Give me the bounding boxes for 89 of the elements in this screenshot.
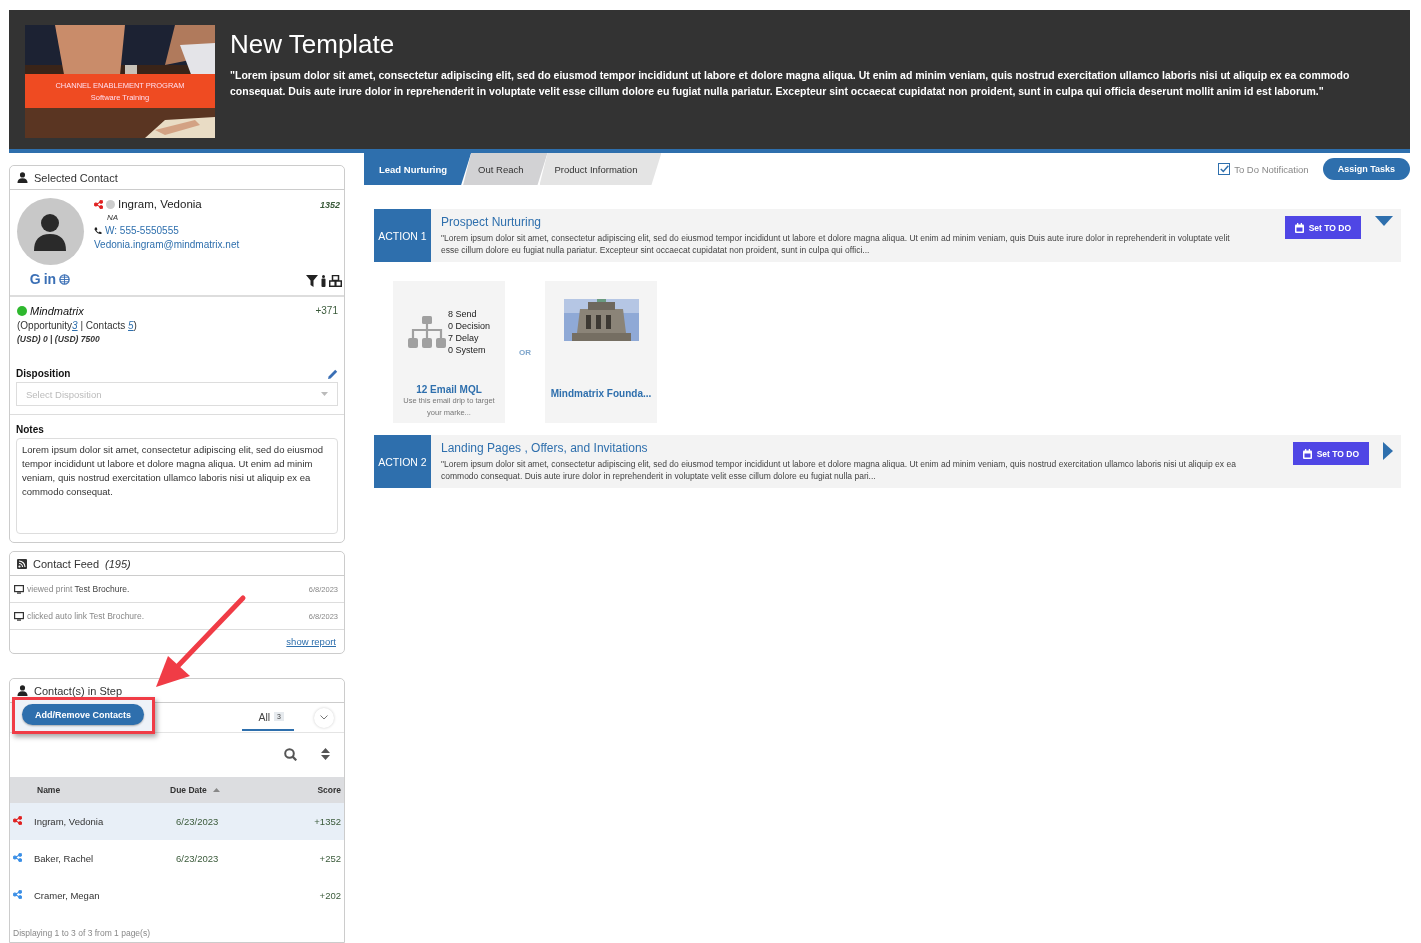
tab[interactable]: Out Reach xyxy=(463,153,548,185)
column-header[interactable]: Due Date xyxy=(170,785,207,795)
table-cell-text: +1352 xyxy=(313,816,342,827)
share-icon xyxy=(94,199,103,209)
feed-entry: clicked auto link Test Brochure. xyxy=(27,611,144,621)
add-remove-contacts-button[interactable]: Add/Remove Contacts xyxy=(22,704,145,725)
table-cell-text: Baker, Rachel xyxy=(34,853,95,864)
monitor-icon xyxy=(14,611,24,621)
pagination-info: Displaying 1 to 3 of 3 from 1 page(s) xyxy=(12,927,151,940)
action-description: "Lorem ipsum dolor sit amet, consectetur adipiscing elit, sed do eiusmod tempor incididunt ut labore et dolore magna aliqua. Ut enim ad minim veniam, quis nostrud exercitation ullamco laboris nisi ut aliquip ex ea commodo consequat. Duis aute irure dolor in reprehenderit in voluptate velit esse cillum dolore eu fugiat nulla pari... xyxy=(441,458,1237,482)
contact-name: Ingram, Vedonia xyxy=(118,198,202,210)
field-label: Disposition xyxy=(16,368,71,379)
paren: ) xyxy=(133,320,137,331)
action-badge: ACTION 2 xyxy=(374,435,431,488)
set-todo-button[interactable]: Set TO DO xyxy=(1284,216,1361,239)
amount: (USD) 7500 xyxy=(54,334,100,344)
separator: | xyxy=(80,320,83,331)
asset-card[interactable]: Mindmatrix Founda... xyxy=(545,281,657,423)
contact-score: 1352 xyxy=(319,200,340,210)
page-description: "Lorem ipsum dolor sit amet, consectetur adipiscing elit, sed do eiusmod tempor incididunt ut labore et dolore magna aliqua. Ut enim ad minim veniam, quis nostrud exercitation ullamco laboris nisi ut aliquip ex ea commodo consequat. Duis aute irure dolor in reprehenderit in voluptate velit esse cillum dolore eu fugiat nulla pariatur. Excepteur sint occaecat cupidatat non proident, sunt in culpa qui officia deserunt mollit anim id est laborum." xyxy=(230,68,1351,99)
contacts-count-link[interactable]: 5 xyxy=(128,320,134,331)
sort-icon[interactable] xyxy=(321,748,330,760)
linkedin-link[interactable]: in xyxy=(43,271,57,287)
column-header[interactable]: Name xyxy=(34,785,170,795)
opportunity-count-link[interactable]: 3 xyxy=(72,320,78,331)
pencil-icon[interactable] xyxy=(328,368,338,379)
set-todo-button[interactable]: Set TO DO xyxy=(1292,442,1369,465)
paren: ( xyxy=(17,320,21,331)
panel-title: Contact(s) in Step xyxy=(34,684,123,697)
phone-icon xyxy=(94,226,102,235)
show-report-link[interactable]: show report xyxy=(286,636,336,647)
drip-stat: 0 System xyxy=(448,345,487,355)
table-cell: 6/23/2023 xyxy=(176,853,219,864)
table-row[interactable]: Ingram, Vedonia 6/23/2023 +1352 xyxy=(10,803,344,840)
filter-icon[interactable] xyxy=(306,275,318,287)
amount: (USD) 0 xyxy=(17,334,48,344)
table-cell-text: +202 xyxy=(318,890,342,901)
tab[interactable]: Product Information xyxy=(539,153,662,185)
table-cell: 6/23/2023 xyxy=(176,816,219,827)
notes-field[interactable]: Lorem ipsum dolor sit amet, consectetur adipiscing elit, sed do eiusmod tempor incididunt ut labore et dolore magna aliqua. Ut enim ad minim veniam, quis nostrud exercitation ullamco laboris nisi ut aliquip ex ea commodo consequat. xyxy=(16,438,338,534)
or-separator: OR xyxy=(519,347,531,357)
action-badge: ACTION 1 xyxy=(374,209,431,262)
company-score: +371 xyxy=(315,305,338,316)
dropdown-caret-icon xyxy=(321,392,328,396)
checkbox[interactable] xyxy=(1218,163,1231,175)
table-cell-text: Ingram, Vedonia xyxy=(34,816,105,827)
table-cell-text: Cramer, Megan xyxy=(34,890,101,901)
collapse-caret-icon[interactable] xyxy=(1375,216,1393,226)
assign-tasks-button[interactable]: Assign Tasks xyxy=(1322,158,1410,180)
field-label: Notes xyxy=(16,424,44,435)
chevron-down-icon xyxy=(320,715,328,720)
table-row[interactable]: Cramer, Megan +202 xyxy=(10,877,344,914)
asset-title[interactable]: Mindmatrix Founda... xyxy=(550,388,652,399)
calendar-icon xyxy=(1302,448,1312,459)
table-row[interactable]: Baker, Rachel 6/23/2023 +252 xyxy=(10,840,344,877)
checkbox-label: To Do Notification xyxy=(1234,163,1309,175)
search-icon[interactable] xyxy=(284,748,297,761)
separator: | xyxy=(50,334,53,344)
drip-stat: 8 Send xyxy=(448,309,478,319)
page-title: New Template xyxy=(230,29,396,60)
asset-title[interactable]: 12 Email MQL xyxy=(416,384,482,395)
calendar-icon xyxy=(1294,222,1304,233)
status-dot xyxy=(106,199,115,209)
feed-entry: viewed print Test Brochure. xyxy=(27,584,130,594)
action-title[interactable]: Landing Pages , Offers, and Invitations xyxy=(441,441,1283,455)
rss-icon xyxy=(17,558,27,569)
table-cell-text: +252 xyxy=(318,853,342,864)
panel-title: Selected Contact xyxy=(34,171,118,184)
feed-count: (195) xyxy=(105,557,131,570)
action-title[interactable]: Prospect Nurturing xyxy=(441,215,1275,229)
action-description: "Lorem ipsum dolor sit amet, consectetur adipiscing elit, sed do eiusmod tempor incididunt ut labore et dolore magna aliqua. Ut enim ad minim veniam, quis Duis aute irure dolor in reprehenderit in voluptate velit esse cillum dolore eu fugiat nulla pariatur. Excepteur sint occaecat cupidatat non proident, sunt in culpa qui offici... xyxy=(441,232,1231,256)
contact-subtitle: NA xyxy=(106,213,120,222)
cubes-icon[interactable] xyxy=(329,275,342,287)
email-link[interactable]: Vedonia.ingram@mindmatrix.net xyxy=(94,239,340,250)
hierarchy-icon xyxy=(408,316,446,348)
tab[interactable]: Lead Nurturing xyxy=(364,153,472,185)
panel-title: Contact Feed xyxy=(33,557,100,570)
google-link[interactable]: G xyxy=(29,271,41,287)
globe-icon[interactable] xyxy=(59,273,71,285)
contacts-label: Contacts xyxy=(85,320,126,331)
monitor-icon xyxy=(14,584,24,594)
opportunity-label: Opportunity xyxy=(20,320,73,331)
column-header[interactable]: Score xyxy=(266,785,344,795)
drip-stat: 7 Delay xyxy=(448,333,480,343)
sort-ascending-icon xyxy=(212,788,220,792)
drip-stat: 0 Decision xyxy=(448,321,490,331)
phone-number[interactable]: W: 555-5550555 xyxy=(105,225,179,236)
expand-caret-icon[interactable] xyxy=(1383,442,1393,460)
company-name: Mindmatrix xyxy=(30,305,84,317)
